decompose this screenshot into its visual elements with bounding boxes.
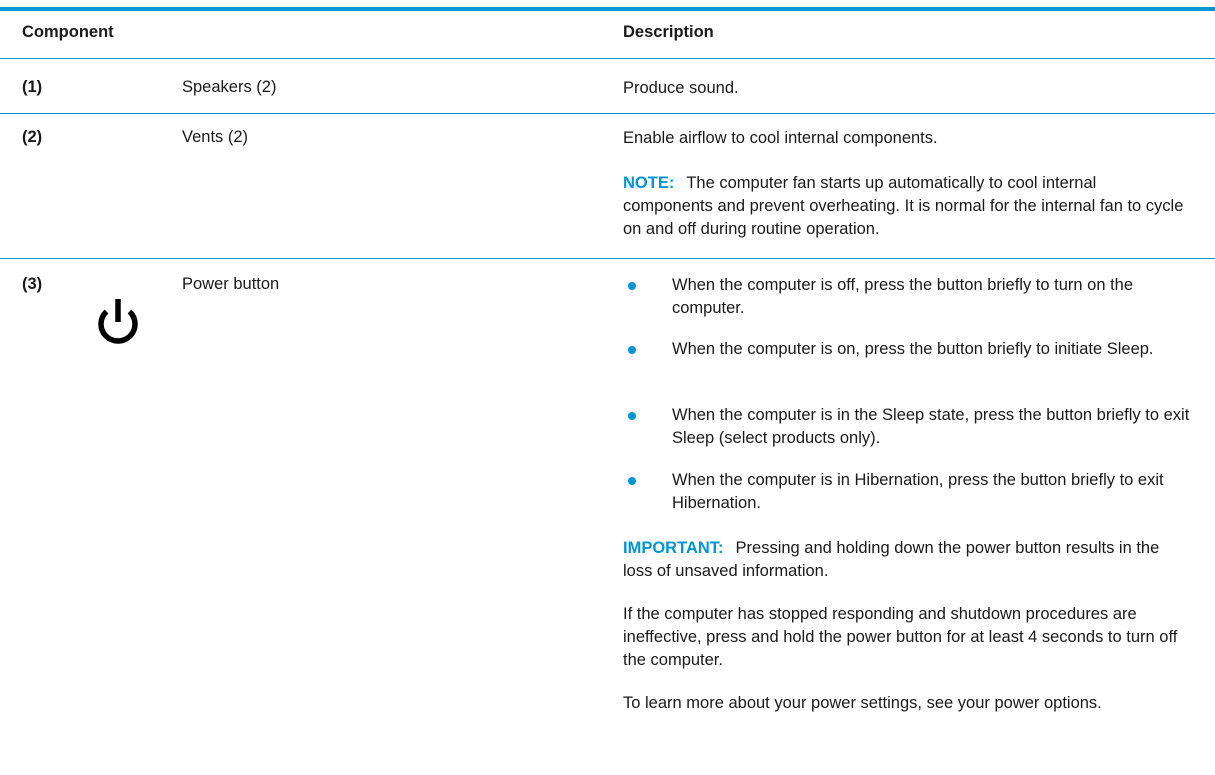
bullet-4: When the computer is in Hibernation, pre… xyxy=(672,471,1164,512)
row-3-important: IMPORTANT: Pressing and holding down the … xyxy=(623,537,1188,583)
bullet-dot xyxy=(628,412,636,420)
header-description: Description xyxy=(623,23,714,41)
paragraph-2: To learn more about your power settings,… xyxy=(623,694,1102,712)
bullet-dot xyxy=(628,346,636,354)
paragraph-1: If the computer has stopped responding a… xyxy=(623,605,1178,669)
bullet-dot xyxy=(628,477,636,485)
power-icon xyxy=(98,299,138,344)
row-3-name: Power button xyxy=(182,275,280,293)
row-2-description: Enable airflow to cool internal componen… xyxy=(623,129,938,147)
row-1-number: (1) xyxy=(22,78,43,96)
bullet-1: When the computer is off, press the butt… xyxy=(672,276,1134,317)
row-divider xyxy=(0,113,1215,114)
row-divider xyxy=(0,258,1215,259)
row-2-number: (2) xyxy=(22,128,43,146)
row-3-number: (3) xyxy=(22,275,43,293)
header-component: Component xyxy=(22,23,114,41)
row-1-description: Produce sound. xyxy=(623,79,739,97)
row-2-note: NOTE: The computer fan starts up automati… xyxy=(623,172,1188,241)
important-label: IMPORTANT: xyxy=(623,539,724,557)
note-text: The computer fan starts up automatically… xyxy=(623,174,1184,238)
row-1-name: Speakers (2) xyxy=(182,78,277,96)
table-top-rule xyxy=(0,7,1215,11)
note-label: NOTE: xyxy=(623,174,675,192)
bullet-dot xyxy=(628,282,636,290)
header-divider xyxy=(0,58,1215,59)
bullet-2: When the computer is on, press the butto… xyxy=(672,340,1154,358)
row-2-name: Vents (2) xyxy=(182,128,249,146)
bullet-3: When the computer is in the Sleep state,… xyxy=(672,406,1190,447)
